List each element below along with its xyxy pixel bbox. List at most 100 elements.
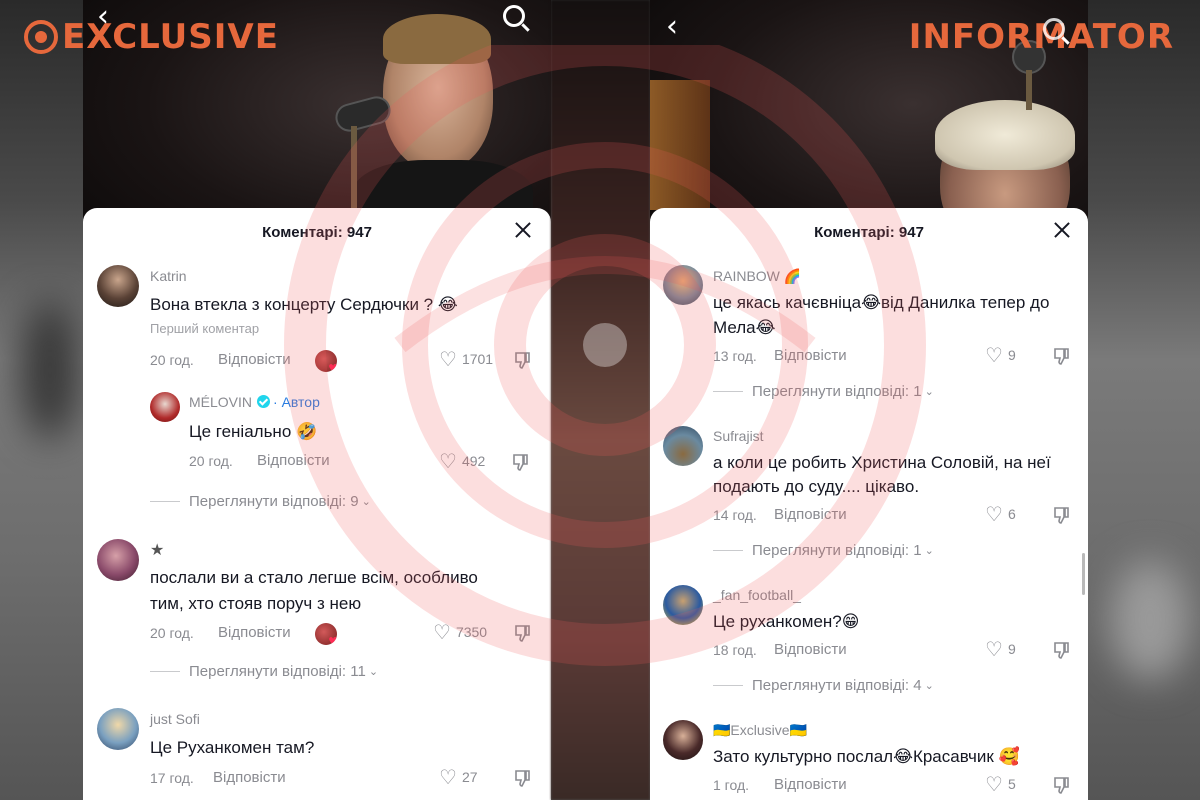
right-screenshot: ‹ Коментарі: 947 RAINBOW 🌈 це якась качє… [650, 0, 1088, 800]
reply-button[interactable]: Відповісти [218, 351, 291, 368]
like-count: 9 [1007, 347, 1016, 363]
reply-button[interactable]: Відповісти [257, 452, 330, 469]
dislike-icon[interactable] [1052, 505, 1072, 525]
verified-icon [257, 395, 271, 408]
comment-text: Вона втекла з концерту Сердючки ? 😂 [150, 295, 458, 314]
middle-blurred-strip [551, 0, 650, 800]
comment-text: Це Руханкомен там? [150, 738, 315, 757]
heart-icon: ♡ [985, 772, 1003, 796]
avatar[interactable] [97, 265, 139, 307]
avatar[interactable] [663, 720, 703, 760]
view-replies-button[interactable]: Переглянути відповіді: 4 ⌄ [713, 677, 934, 694]
exclusive-logo: EXCLUSIVE [24, 17, 279, 57]
comment-text-line-2: подають до суду.... цікаво. [713, 477, 920, 496]
back-chevron-icon[interactable]: ‹ [666, 12, 678, 42]
reply-time: 20 год. [189, 453, 233, 469]
view-replies-label: Переглянути відповіді: 4 [752, 677, 922, 694]
close-icon[interactable] [1052, 220, 1072, 240]
view-replies-button[interactable]: Переглянути відповіді: 9 ⌄ [150, 493, 371, 510]
comments-count-title: Коментарі: 947 [814, 224, 924, 241]
like-button[interactable]: ♡ 9 [985, 639, 1016, 659]
dislike-icon[interactable] [1052, 640, 1072, 660]
dislike-icon[interactable] [1052, 775, 1072, 795]
view-replies-label: Переглянути відповіді: 1 [752, 383, 922, 400]
heart-icon: ♡ [439, 765, 457, 789]
search-icon[interactable] [1043, 18, 1065, 40]
heart-icon: ♡ [439, 347, 457, 371]
reply-button[interactable]: Відповісти [774, 506, 847, 523]
like-button[interactable]: ♡ 9 [985, 345, 1016, 365]
comment-username[interactable]: 🇺🇦Exclusive🇺🇦 [713, 722, 807, 739]
scrollbar[interactable] [1082, 553, 1085, 595]
comments-count-title: Коментарі: 947 [262, 224, 372, 241]
reply-username-text: MÉLOVIN [189, 394, 253, 410]
view-replies-label: Переглянути відповіді: 9 [189, 493, 359, 510]
comment-username[interactable]: RAINBOW 🌈 [713, 268, 801, 285]
comment-text-line-1: послали ви а стало легше всім, особливо [150, 568, 478, 587]
author-tag: · Автор [273, 394, 320, 410]
avatar[interactable] [663, 265, 703, 305]
like-button[interactable]: ♡ 6 [985, 504, 1016, 524]
comment-text-line-2: Мела😂 [713, 318, 776, 337]
like-button[interactable]: ♡ 5 [985, 774, 1016, 794]
like-button[interactable]: ♡ 492 [439, 451, 485, 471]
comment-text: Зато культурно послал😂Красавчик 🥰 [713, 747, 1020, 766]
reply-username[interactable]: MÉLOVIN · Автор [189, 394, 320, 410]
comment-username[interactable]: ★ [150, 540, 164, 560]
left-screenshot: ‹ Коментарі: 947 Katrin Вона втекла з ко… [83, 0, 551, 800]
avatar[interactable] [97, 708, 139, 750]
heart-icon: ♡ [985, 637, 1003, 661]
dislike-icon[interactable] [1052, 346, 1072, 366]
search-icon[interactable] [503, 5, 525, 27]
avatar[interactable] [663, 426, 703, 466]
like-count: 7350 [455, 624, 488, 640]
like-button[interactable]: ♡ 27 [439, 767, 478, 787]
dislike-icon[interactable] [513, 350, 533, 370]
chevron-down-icon: ⌄ [924, 679, 934, 692]
view-replies-button[interactable]: Переглянути відповіді: 1 ⌄ [713, 383, 934, 400]
reply-button[interactable]: Відповісти [218, 624, 291, 641]
avatar[interactable] [150, 392, 180, 422]
comment-text-line-2: тим, хто стояв поруч з нею [150, 594, 362, 613]
dislike-icon[interactable] [513, 768, 533, 788]
like-count: 27 [461, 769, 478, 785]
comments-sheet: Коментарі: 947 RAINBOW 🌈 це якась качєвн… [650, 208, 1088, 800]
comment-time: 20 год. [150, 625, 194, 641]
reply-button[interactable]: Відповісти [213, 769, 286, 786]
reply-button[interactable]: Відповісти [774, 641, 847, 658]
like-button[interactable]: ♡ 1701 [439, 349, 493, 369]
comment-username[interactable]: _fan_football_ [713, 587, 801, 603]
comment-username[interactable]: Katrin [150, 268, 187, 284]
like-count: 492 [461, 453, 486, 469]
like-count: 6 [1007, 506, 1016, 522]
chevron-down-icon: ⌄ [924, 385, 934, 398]
chevron-down-icon: ⌄ [361, 495, 371, 508]
dislike-icon[interactable] [511, 452, 531, 472]
avatar[interactable] [663, 585, 703, 625]
like-button[interactable]: ♡ 7350 [433, 622, 487, 642]
like-count: 1701 [461, 351, 494, 367]
comment-username[interactable]: Sufrajist [713, 428, 764, 444]
chevron-down-icon: ⌄ [368, 665, 379, 678]
heart-icon: ♡ [433, 620, 451, 644]
view-replies-button[interactable]: Переглянути відповіді: 1 ⌄ [713, 542, 934, 559]
comment-time: 1 год. [713, 777, 750, 793]
comments-sheet: Коментарі: 947 Katrin Вона втекла з конц… [83, 208, 551, 800]
reply-button[interactable]: Відповісти [774, 776, 847, 793]
comment-text: Це руханкомен?😁 [713, 612, 860, 631]
comment-text-line-1: це якась качєвніца😂від Данилка тепер до [713, 293, 1050, 312]
comment-username[interactable]: just Sofi [150, 711, 200, 727]
close-icon[interactable] [513, 220, 533, 240]
view-replies-button[interactable]: Переглянути відповіді: 11 ⌄ [150, 663, 378, 680]
comment-time: 13 год. [713, 348, 757, 364]
creator-liked-icon: ♥ [315, 350, 337, 372]
dislike-icon[interactable] [513, 623, 533, 643]
comment-time: 17 год. [150, 770, 194, 786]
view-replies-label: Переглянути відповіді: 1 [752, 542, 922, 559]
reply-button[interactable]: Відповісти [774, 347, 847, 364]
comment-text-line-1: а коли це робить Христина Соловій, на не… [713, 453, 1051, 472]
view-replies-label: Переглянути відповіді: 11 [189, 663, 366, 680]
informator-logo: INFORMATOR [908, 17, 1174, 57]
heart-icon: ♡ [985, 502, 1003, 526]
avatar[interactable] [97, 539, 139, 581]
